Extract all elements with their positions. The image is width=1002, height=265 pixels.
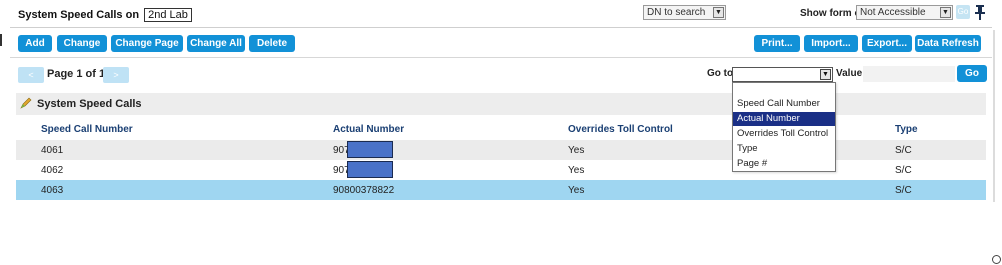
show-form-select[interactable]: Not Accessible ▼ xyxy=(856,5,953,20)
site-name-box: 2nd Lab xyxy=(144,8,192,22)
pencil-icon xyxy=(20,97,32,109)
next-page-button[interactable]: > xyxy=(103,67,129,83)
table-row[interactable]: 4061 907 Yes S/C xyxy=(16,140,986,160)
dropdown-option-speed-call-number[interactable]: Speed Call Number xyxy=(733,97,835,111)
redaction-box xyxy=(347,141,393,158)
print-button[interactable]: Print... xyxy=(754,35,800,52)
change-button[interactable]: Change xyxy=(57,35,107,52)
value-label: Value xyxy=(836,68,863,79)
section-header: System Speed Calls xyxy=(16,93,986,115)
data-refresh-button[interactable]: Data Refresh xyxy=(915,35,981,52)
goto-label: Go to xyxy=(707,68,734,79)
vertical-scrollbar[interactable] xyxy=(993,30,995,202)
speed-call-number-cell: 4061 xyxy=(41,145,64,156)
show-form-go-button[interactable]: Go xyxy=(956,5,970,19)
chevron-down-icon: ▼ xyxy=(940,7,951,18)
page-indicator: Page 1 of 1 xyxy=(47,68,106,80)
add-button[interactable]: Add xyxy=(18,35,52,52)
change-page-button[interactable]: Change Page xyxy=(111,35,183,52)
import-button[interactable]: Import... xyxy=(804,35,858,52)
redaction-box xyxy=(347,161,393,178)
show-form-select-value: Not Accessible xyxy=(860,7,926,18)
section-title: System Speed Calls xyxy=(37,98,142,110)
toolbar-divider xyxy=(10,57,992,58)
delete-button[interactable]: Delete xyxy=(249,35,295,52)
header-divider xyxy=(10,27,992,28)
dropdown-option-overrides-toll-control[interactable]: Overrides Toll Control xyxy=(733,127,835,141)
column-header-overrides-toll-control[interactable]: Overrides Toll Control xyxy=(568,124,673,135)
actual-number-cell: 90800378822 xyxy=(333,185,395,196)
export-button[interactable]: Export... xyxy=(862,35,912,52)
speed-call-number-cell: 4063 xyxy=(41,185,64,196)
speed-call-number-cell: 4062 xyxy=(41,165,64,176)
dropdown-option-actual-number[interactable]: Actual Number xyxy=(733,112,835,126)
go-button[interactable]: Go xyxy=(957,65,987,82)
column-header-speed-call-number[interactable]: Speed Call Number xyxy=(41,124,133,135)
column-header-actual-number[interactable]: Actual Number xyxy=(333,124,404,135)
column-header-type[interactable]: Type xyxy=(895,124,918,135)
dn-search-select-value: DN to search xyxy=(647,7,706,18)
left-edge-marker xyxy=(0,34,2,46)
pin-icon[interactable] xyxy=(973,4,987,20)
chevron-down-icon: ▼ xyxy=(713,7,724,18)
table-row[interactable]: 4062 907 Yes S/C xyxy=(16,160,986,180)
main-frame: System Speed Calls on 2nd Lab DN to sear… xyxy=(10,0,995,265)
type-cell: S/C xyxy=(895,165,912,176)
resize-handle[interactable] xyxy=(992,255,1001,264)
change-all-button[interactable]: Change All xyxy=(187,35,245,52)
overrides-cell: Yes xyxy=(568,145,585,156)
overrides-cell: Yes xyxy=(568,165,585,176)
goto-dropdown-list: Speed Call Number Actual Number Override… xyxy=(732,82,836,172)
page-title: System Speed Calls on 2nd Lab xyxy=(18,8,192,22)
table-row-selected[interactable]: 4063 90800378822 Yes S/C xyxy=(16,180,986,200)
page-title-text: System Speed Calls on xyxy=(18,9,140,21)
type-cell: S/C xyxy=(895,185,912,196)
dn-search-select[interactable]: DN to search ▼ xyxy=(643,5,726,20)
dropdown-option-type[interactable]: Type xyxy=(733,142,835,156)
dropdown-option-page[interactable]: Page # xyxy=(733,157,835,171)
overrides-cell: Yes xyxy=(568,185,585,196)
goto-select[interactable]: ▼ xyxy=(732,67,833,82)
prev-page-button[interactable]: < xyxy=(18,67,44,83)
type-cell: S/C xyxy=(895,145,912,156)
chevron-down-icon: ▼ xyxy=(820,69,831,80)
value-input[interactable] xyxy=(863,66,955,82)
